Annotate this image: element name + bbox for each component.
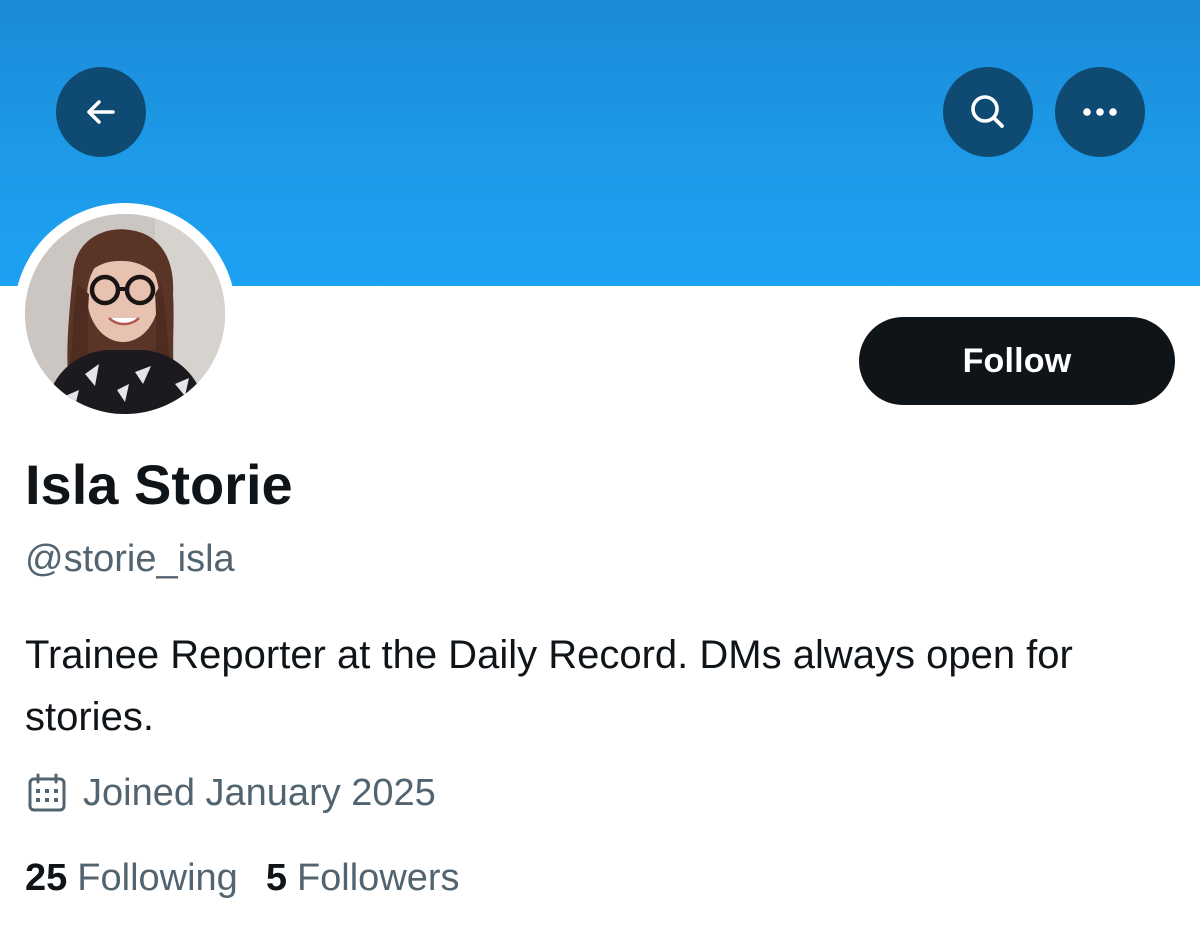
search-icon <box>971 95 1004 128</box>
more-horizontal-icon <box>1083 108 1117 116</box>
arrow-left-icon <box>87 100 115 124</box>
profile-page: Follow Isla Storie @storie_isla Trainee … <box>0 0 1200 944</box>
following-count: 25 <box>25 857 68 899</box>
more-options-button[interactable] <box>1055 67 1145 157</box>
follow-button[interactable]: Follow <box>859 317 1175 405</box>
calendar-icon <box>28 773 66 812</box>
profile-handle: @storie_isla <box>25 538 235 580</box>
followers-stat[interactable]: 5 Followers <box>266 853 460 903</box>
profile-display-name: Isla Storie <box>25 453 293 516</box>
following-label: Following <box>77 857 238 899</box>
joined-date-text: Joined January 2025 <box>83 772 436 814</box>
search-button[interactable] <box>943 67 1033 157</box>
follow-stats: 25 Following 5 Followers <box>25 853 460 903</box>
followers-count: 5 <box>265 857 287 899</box>
avatar-photo <box>25 214 225 414</box>
following-stat[interactable]: 25 Following <box>25 853 238 903</box>
back-button[interactable] <box>56 67 146 157</box>
followers-label: Followers <box>296 857 460 899</box>
joined-date-row: Joined January 2025 <box>25 768 436 818</box>
avatar[interactable] <box>25 214 225 414</box>
profile-bio: Trainee Reporter at the Daily Record. DM… <box>25 633 1073 739</box>
